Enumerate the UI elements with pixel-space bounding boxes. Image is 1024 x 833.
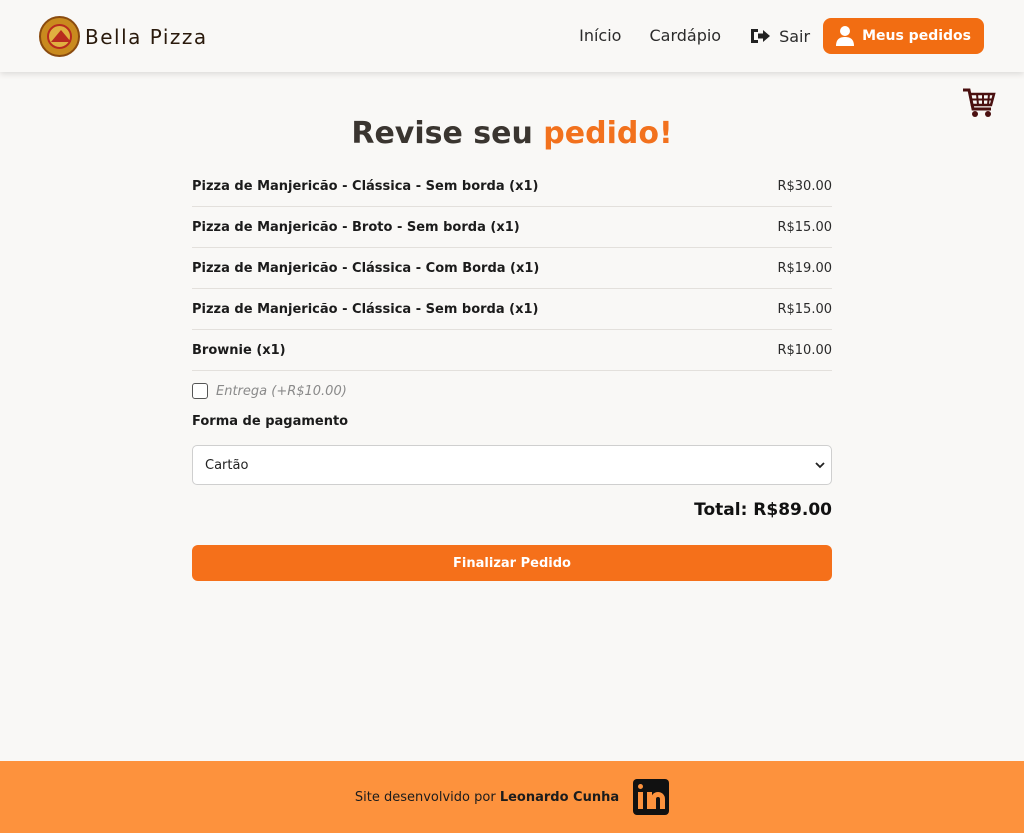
header: Bella Pizza Início Cardápio Sair Meus pe… bbox=[0, 0, 1024, 72]
logout-link[interactable]: Sair bbox=[749, 27, 810, 46]
linkedin-icon[interactable] bbox=[633, 779, 670, 815]
order-item: Pizza de Manjericão - Broto - Sem borda … bbox=[192, 207, 832, 248]
my-orders-button[interactable]: Meus pedidos bbox=[823, 18, 984, 54]
logout-label: Sair bbox=[779, 26, 811, 46]
order-item-name: Brownie (x1) bbox=[192, 342, 286, 358]
my-orders-label: Meus pedidos bbox=[862, 28, 971, 44]
delivery-label: Entrega (+R$10.00) bbox=[216, 383, 347, 399]
sign-out-icon bbox=[751, 29, 771, 43]
order-total: Total: R$89.00 bbox=[694, 500, 832, 520]
order-item: Pizza de Manjericão - Clássica - Sem bor… bbox=[192, 166, 832, 207]
footer-prefix: Site desenvolvido por bbox=[354, 789, 496, 805]
order-item: Brownie (x1) R$10.00 bbox=[192, 330, 832, 371]
shopping-cart-icon[interactable] bbox=[962, 86, 996, 120]
nav-menu-link[interactable]: Cardápio bbox=[649, 18, 721, 54]
payment-method-select[interactable]: Cartão bbox=[192, 445, 832, 485]
footer: Site desenvolvido por Leonardo Cunha bbox=[0, 761, 1024, 833]
order-item-name: Pizza de Manjericão - Broto - Sem borda … bbox=[192, 219, 520, 235]
title-prefix: Revise seu bbox=[351, 116, 533, 151]
brand-name: Bella Pizza bbox=[85, 24, 208, 49]
page-title: Revise seu pedido! bbox=[0, 116, 1024, 151]
order-item-name: Pizza de Manjericão - Clássica - Sem bor… bbox=[192, 178, 539, 194]
order-item: Pizza de Manjericão - Clássica - Com Bor… bbox=[192, 248, 832, 289]
user-icon bbox=[836, 26, 855, 46]
pizza-logo-icon bbox=[39, 16, 80, 57]
order-item-name: Pizza de Manjericão - Clássica - Com Bor… bbox=[192, 260, 540, 276]
nav-home-link[interactable]: Início bbox=[579, 18, 621, 54]
order-item-price: R$30.00 bbox=[777, 178, 832, 194]
payment-label: Forma de pagamento bbox=[192, 414, 349, 429]
delivery-option[interactable]: Entrega (+R$10.00) bbox=[192, 381, 347, 401]
order-item-name: Pizza de Manjericão - Clássica - Sem bor… bbox=[192, 301, 539, 317]
finish-order-button[interactable]: Finalizar Pedido bbox=[192, 545, 832, 581]
footer-credit: Site desenvolvido por Leonardo Cunha bbox=[355, 790, 619, 805]
order-items-list: Pizza de Manjericão - Clássica - Sem bor… bbox=[192, 166, 832, 371]
nav: Início Cardápio Sair Meus pedidos bbox=[579, 18, 984, 54]
order-item-price: R$19.00 bbox=[777, 260, 832, 276]
brand[interactable]: Bella Pizza bbox=[39, 16, 208, 57]
title-accent: pedido! bbox=[543, 116, 673, 151]
order-item-price: R$15.00 bbox=[777, 301, 832, 317]
order-item-price: R$10.00 bbox=[777, 342, 832, 358]
delivery-checkbox[interactable] bbox=[192, 383, 208, 399]
footer-author: Leonardo Cunha bbox=[499, 789, 620, 805]
order-item-price: R$15.00 bbox=[777, 219, 832, 235]
chevron-down-icon bbox=[815, 462, 825, 469]
payment-selected-value: Cartão bbox=[205, 457, 249, 473]
order-item: Pizza de Manjericão - Clássica - Sem bor… bbox=[192, 289, 832, 330]
